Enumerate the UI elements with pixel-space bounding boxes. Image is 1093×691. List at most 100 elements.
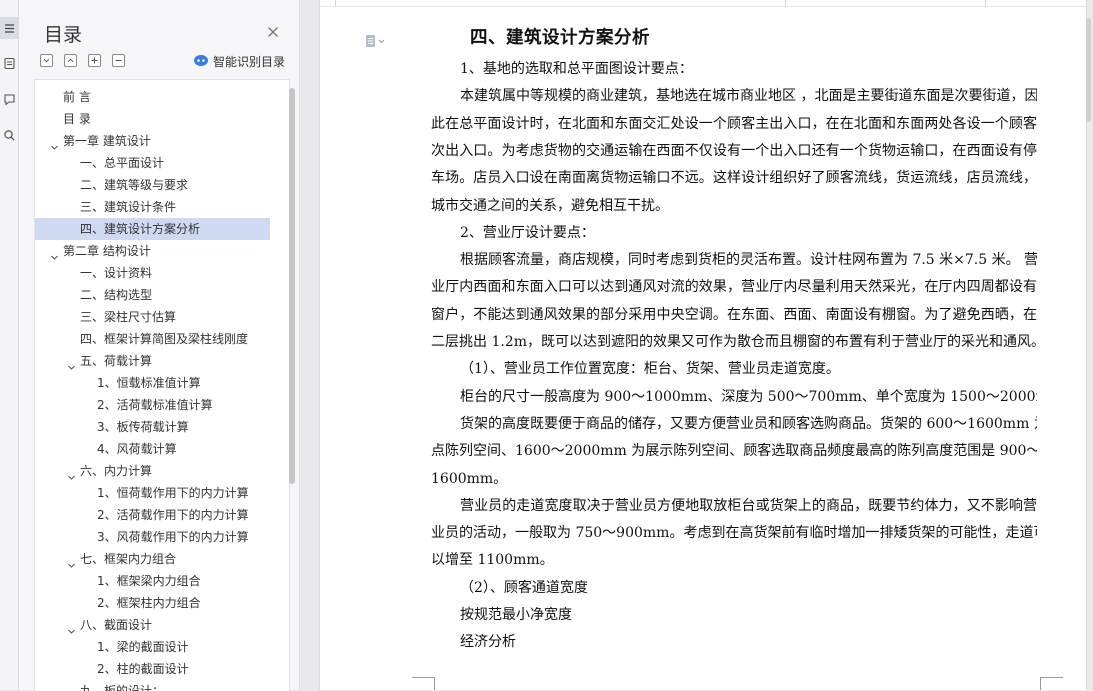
toc-item[interactable]: 二、结构选型 — [35, 284, 270, 306]
close-icon[interactable] — [265, 24, 281, 40]
toc-item-label: 1、恒荷载作用下的内力计算 — [97, 486, 249, 500]
document-text-line: 点陈列空间、1600～2000mm 为展示陈列空间、顾客选取商品频度最高的陈列高… — [431, 443, 1037, 460]
document-text-line: 业厅内西面和东面入口可以达到通风对流的效果，营业厅内尽量利用天然采光，在厅内四周… — [431, 279, 1037, 296]
document-text-line: 柜台的尺寸一般高度为 900～1000mm、深度为 500～700mm、单个宽度… — [460, 388, 1037, 405]
search-icon[interactable] — [0, 124, 18, 146]
toc-item[interactable]: 四、框架计算简图及梁柱线刚度 — [35, 328, 270, 350]
toc-item[interactable]: 四、建筑设计方案分析 — [35, 218, 270, 240]
toc-item[interactable]: 2、柱的截面设计 — [35, 658, 270, 680]
toc-item-label: 一、总平面设计 — [80, 156, 165, 170]
document-text-line: 1600mm。 — [431, 470, 508, 487]
document-text-line: 按规范最小净宽度 — [460, 607, 572, 623]
toc-item[interactable]: 2、活荷载标准值计算 — [35, 394, 270, 416]
toc-item[interactable]: 目 录 — [35, 108, 270, 130]
document-text-line: 根据顾客流量，商店规模，同时考虑到货柜的灵活布置。设计柱网布置为 7.5 米×7… — [460, 252, 1037, 269]
toc-item-label: 四、框架计算简图及梁柱线刚度 — [80, 332, 249, 346]
toc-item-label: 2、活荷载作用下的内力计算 — [97, 508, 249, 522]
toc-item[interactable]: 4、风荷载计算 — [35, 438, 270, 460]
toc-item[interactable]: 九、板的设计： — [35, 680, 270, 691]
toc-item[interactable]: 七、框架内力组合 — [35, 548, 270, 570]
toc-item[interactable]: 1、恒载标准值计算 — [35, 372, 270, 394]
toc-panel: 目录 智能识别目录 前 言目 录第一章 建筑设计一、总平面设计二、建筑等级与要求… — [19, 0, 300, 691]
smart-robot-icon — [193, 53, 209, 70]
paragraph-format-icon[interactable] — [365, 33, 385, 47]
toc-item[interactable]: 一、设计资料 — [35, 262, 270, 284]
toc-item-label: 目 录 — [63, 112, 91, 126]
document-text-line: 本建筑属中等规模的商业建筑，基地选在城市商业地区 ，北面是主要街道东面是次要街道… — [460, 88, 1037, 105]
chevron-down-icon[interactable] — [67, 467, 76, 480]
chevron-down-icon[interactable] — [50, 247, 59, 260]
page-corner-mark — [412, 677, 435, 690]
document-area: 四、建筑设计方案分析 1、基地的选取和总平面图设计要点： 本建筑属中等规模的商业建… — [300, 0, 1093, 690]
document-page: 四、建筑设计方案分析 1、基地的选取和总平面图设计要点： 本建筑属中等规模的商业建… — [319, 0, 1087, 690]
toc-item[interactable]: 第二章 结构设计 — [35, 240, 270, 262]
collapse-up-button[interactable] — [64, 54, 77, 67]
toc-item-label: 3、板传荷载计算 — [97, 420, 189, 434]
toc-item-label: 1、恒载标准值计算 — [97, 376, 201, 390]
add-heading-button[interactable] — [88, 54, 101, 67]
toc-item-label: 三、建筑设计条件 — [80, 200, 177, 214]
toc-list: 前 言目 录第一章 建筑设计一、总平面设计二、建筑等级与要求 三、建筑设计条件四、… — [34, 79, 290, 691]
document-text-line: （2）、顾客通道宽度 — [460, 579, 588, 596]
smart-recognize-label: 智能识别目录 — [213, 54, 286, 69]
toc-item-label: 二、建筑等级与要求 — [80, 178, 189, 192]
toc-item[interactable]: 三、梁柱尺寸估算 — [35, 306, 270, 328]
toc-item-label: 二、结构选型 — [80, 288, 153, 302]
chevron-down-icon[interactable] — [67, 687, 76, 691]
toc-item[interactable]: 二、建筑等级与要求 — [35, 174, 270, 196]
expand-down-button[interactable] — [40, 54, 53, 67]
chevron-down-icon[interactable] — [50, 137, 59, 150]
toc-item-label: 1、框架梁内力组合 — [97, 574, 201, 588]
toc-item-label: 一、设计资料 — [80, 266, 153, 280]
toc-item[interactable]: 六、内力计算 — [35, 460, 270, 482]
page-top-edge — [320, 0, 1086, 7]
remove-heading-button[interactable] — [112, 54, 125, 67]
toc-item-label: 五、荷载计算 — [80, 354, 153, 368]
document-text-line: 以增至 1100mm。 — [431, 552, 554, 569]
smart-recognize-toc-button[interactable]: 智能识别目录 — [193, 52, 285, 70]
toc-item-label: 2、柱的截面设计 — [97, 662, 189, 676]
toc-item-label: 第一章 建筑设计 — [63, 134, 151, 148]
toc-title: 目录 — [44, 24, 83, 46]
toc-item-label: 八、截面设计 — [80, 618, 153, 632]
toc-item[interactable]: 三、建筑设计条件 — [35, 196, 270, 218]
document-scrollbar[interactable] — [1086, 18, 1091, 122]
document-icon[interactable] — [0, 52, 18, 74]
toc-item[interactable]: 第一章 建筑设计 — [35, 130, 270, 152]
toc-item-label: 3、风荷载作用下的内力计算 — [97, 530, 249, 544]
toc-item[interactable]: 1、框架梁内力组合 — [35, 570, 270, 592]
document-text-line: 货架的高度既要便于商品的储存，又要方便营业员和顾客选购商品。货架的 600～16… — [460, 415, 1037, 432]
toc-item[interactable]: 一、总平面设计 — [35, 152, 270, 174]
document-text-line: 窗户，不能达到通风效果的部分采用中央空调。在东面、西面、南面设有棚窗。为了避免西… — [431, 306, 1037, 323]
document-text-line: 经济分析 — [460, 634, 516, 651]
chevron-down-icon[interactable] — [67, 621, 76, 634]
document-text-line: 2、营业厅设计要点： — [460, 224, 595, 241]
toc-item[interactable]: 2、活荷载作用下的内力计算 — [35, 504, 270, 526]
chevron-down-icon[interactable] — [67, 357, 76, 370]
bookmark-icon[interactable] — [0, 88, 18, 110]
toc-item[interactable]: 2、框架柱内力组合 — [35, 592, 270, 614]
document-text-line: 车场。店员入口设在南面离货物运输口不远。这样设计组织好了顾客流线，货运流线，店员… — [431, 170, 1037, 187]
toc-item-label: 六、内力计算 — [80, 464, 153, 478]
toc-item-label: 第二章 结构设计 — [63, 244, 151, 258]
toc-item-label: 4、风荷载计算 — [97, 442, 177, 456]
section-heading: 四、建筑设计方案分析 — [470, 28, 650, 48]
toc-scrollbar[interactable] — [289, 88, 295, 484]
toc-item[interactable]: 3、板传荷载计算 — [35, 416, 270, 438]
document-text-line: 业员的活动，一般取为 750～900mm。考虑到在高货架前有临时增加一排矮货架的… — [431, 525, 1037, 542]
toc-item-label: 七、框架内力组合 — [80, 552, 177, 566]
toc-item[interactable]: 1、恒荷载作用下的内力计算 — [35, 482, 270, 504]
toc-item[interactable]: 八、截面设计 — [35, 614, 270, 636]
document-text-line: 二层挑出 1.2m，既可以达到遮阳的效果又可作为散仓而且棚窗的布置有利于营业厅的… — [431, 334, 1037, 350]
toc-item-label: 2、框架柱内力组合 — [97, 596, 201, 610]
toc-item-label: 前 言 — [63, 90, 91, 104]
toc-item-label: 九、板的设计： — [80, 684, 165, 691]
toc-item[interactable]: 1、梁的截面设计 — [35, 636, 270, 658]
toc-item[interactable]: 前 言 — [35, 86, 270, 108]
chevron-down-icon[interactable] — [67, 555, 76, 568]
toc-item[interactable]: 五、荷载计算 — [35, 350, 270, 372]
toc-item[interactable]: 3、风荷载作用下的内力计算 — [35, 526, 270, 548]
document-text-line: （1）、营业员工作位置宽度：柜台、货架、营业员走道宽度。 — [460, 361, 840, 378]
toc-icon[interactable] — [0, 17, 18, 39]
document-text-line: 城市交通之间的关系，避免相互干扰。 — [431, 197, 669, 214]
